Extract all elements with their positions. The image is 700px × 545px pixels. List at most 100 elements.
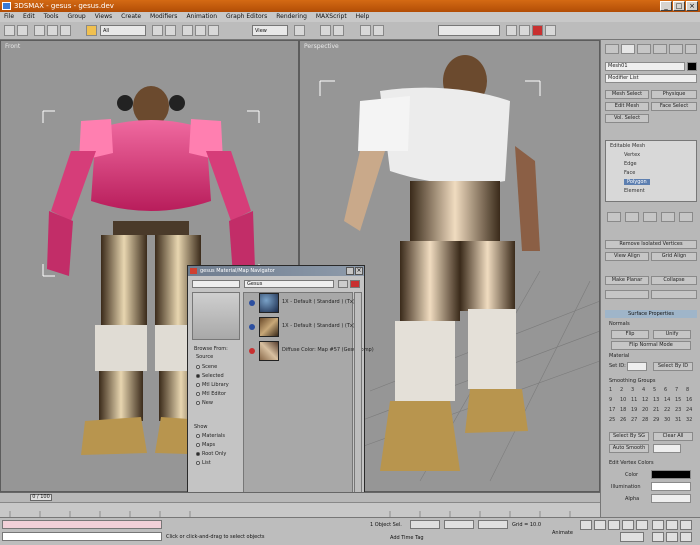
add-time-tag-button[interactable]: Add Time Tag bbox=[390, 535, 424, 541]
smoothing-group-button[interactable]: 6 bbox=[664, 387, 667, 393]
x-coordinate-field[interactable] bbox=[410, 520, 440, 529]
source-option-scene[interactable]: Scene bbox=[196, 364, 217, 370]
scale-icon[interactable] bbox=[208, 25, 219, 36]
make-unique-icon[interactable] bbox=[643, 212, 657, 222]
smoothing-group-button[interactable]: 25 bbox=[609, 417, 615, 423]
make-planar-button[interactable]: Make Planar bbox=[605, 276, 649, 285]
smoothing-group-button[interactable]: 11 bbox=[631, 397, 637, 403]
animate-button[interactable]: Animate bbox=[552, 530, 573, 536]
smoothing-group-button[interactable]: 18 bbox=[620, 407, 626, 413]
unify-button-top[interactable] bbox=[651, 290, 697, 299]
zoom-extents-icon[interactable] bbox=[652, 532, 664, 542]
smoothing-group-button[interactable]: 29 bbox=[653, 417, 659, 423]
object-name-field[interactable]: Mesh01 bbox=[605, 62, 685, 71]
previous-frame-icon[interactable] bbox=[594, 520, 606, 530]
set-id-spinner[interactable] bbox=[627, 362, 647, 371]
material-list-item[interactable]: Diffuse Color: Map #57 (Gesus.bmp) bbox=[245, 340, 374, 362]
delete-icon[interactable] bbox=[350, 280, 360, 288]
stack-item-vertex[interactable]: Vertex bbox=[624, 152, 640, 158]
maxscript-input[interactable] bbox=[2, 532, 162, 541]
select-by-id-button[interactable]: Select By ID bbox=[653, 362, 693, 371]
smoothing-group-button[interactable]: 13 bbox=[653, 397, 659, 403]
bind-space-warp-icon[interactable] bbox=[60, 25, 71, 36]
time-slider[interactable]: 0 / 100 bbox=[0, 492, 600, 502]
smoothing-group-button[interactable]: 32 bbox=[686, 417, 692, 423]
play-icon[interactable] bbox=[608, 520, 620, 530]
go-to-start-icon[interactable] bbox=[580, 520, 592, 530]
menu-item-rendering[interactable]: Rendering bbox=[276, 12, 307, 22]
material-list-scrollbar[interactable] bbox=[354, 292, 362, 522]
smoothing-group-button[interactable]: 26 bbox=[620, 417, 626, 423]
pivot-icon[interactable] bbox=[294, 25, 305, 36]
menu-item-create[interactable]: Create bbox=[121, 12, 141, 22]
pan-icon[interactable] bbox=[666, 520, 678, 530]
configure-modifier-sets-icon[interactable] bbox=[679, 212, 693, 222]
menu-item-help[interactable]: Help bbox=[356, 12, 370, 22]
quick-render-icon[interactable] bbox=[545, 25, 556, 36]
smoothing-group-button[interactable]: 22 bbox=[664, 407, 670, 413]
maxscript-listener[interactable] bbox=[2, 520, 162, 529]
smoothing-group-button[interactable]: 19 bbox=[631, 407, 637, 413]
source-option-mtl-editor[interactable]: Mtl Editor bbox=[196, 391, 226, 397]
vertex-color-swatch[interactable] bbox=[651, 470, 691, 479]
selection-filter-dropdown[interactable]: All bbox=[100, 25, 146, 36]
redo-icon[interactable] bbox=[17, 25, 28, 36]
surface-properties-rollout[interactable]: Surface Properties bbox=[605, 310, 697, 318]
move-icon[interactable] bbox=[182, 25, 193, 36]
stack-item-edge[interactable]: Edge bbox=[624, 161, 637, 167]
arc-rotate-icon[interactable] bbox=[680, 520, 692, 530]
stack-item-face[interactable]: Face bbox=[624, 170, 635, 176]
vol-select-button[interactable]: Vol. Select bbox=[605, 114, 649, 123]
menu-item-edit[interactable]: Edit bbox=[23, 12, 35, 22]
stack-item-editable-mesh[interactable]: Editable Mesh bbox=[610, 143, 645, 149]
collapse-button[interactable]: Collapse bbox=[651, 276, 697, 285]
object-color-swatch[interactable] bbox=[687, 62, 697, 71]
alpha-spinner[interactable] bbox=[651, 494, 691, 503]
reference-coord-dropdown[interactable]: View bbox=[252, 25, 288, 36]
smoothing-group-button[interactable]: 7 bbox=[675, 387, 678, 393]
render-teapot-icon[interactable] bbox=[532, 25, 543, 36]
time-slider-handle[interactable]: 0 / 100 bbox=[30, 494, 52, 501]
flip-button[interactable]: Flip bbox=[611, 330, 649, 339]
physique-button[interactable]: Physique bbox=[651, 90, 697, 99]
material-list-item[interactable]: 1X - Default ( Standard ) (Tx) bbox=[245, 316, 355, 338]
auto-smooth-threshold[interactable] bbox=[653, 444, 681, 453]
utilities-tab-icon[interactable] bbox=[685, 44, 697, 54]
front-viewport-label[interactable]: Front bbox=[5, 43, 20, 50]
smoothing-group-button[interactable]: 21 bbox=[653, 407, 659, 413]
show-option-maps[interactable]: Maps bbox=[196, 442, 215, 448]
menu-item-group[interactable]: Group bbox=[67, 12, 85, 22]
smoothing-group-button[interactable]: 14 bbox=[664, 397, 670, 403]
pin-stack-icon[interactable] bbox=[607, 212, 621, 222]
next-frame-icon[interactable] bbox=[622, 520, 634, 530]
menu-item-file[interactable]: File bbox=[4, 12, 14, 22]
menu-item-graph-editors[interactable]: Graph Editors bbox=[226, 12, 267, 22]
snap-icon[interactable] bbox=[320, 25, 331, 36]
auto-smooth-button[interactable]: Auto Smooth bbox=[609, 444, 649, 453]
z-coordinate-field[interactable] bbox=[478, 520, 508, 529]
menu-item-animation[interactable]: Animation bbox=[186, 12, 217, 22]
smoothing-group-button[interactable]: 8 bbox=[686, 387, 689, 393]
flip-normal-mode-button[interactable]: Flip Normal Mode bbox=[611, 341, 691, 350]
source-option-new[interactable]: New bbox=[196, 400, 213, 406]
perspective-viewport-label[interactable]: Perspective bbox=[304, 43, 339, 50]
close-button[interactable]: × bbox=[686, 1, 698, 11]
smoothing-group-button[interactable]: 5 bbox=[653, 387, 656, 393]
remove-isolated-vertices-button[interactable]: Remove Isolated Vertices bbox=[605, 240, 697, 249]
smoothing-group-button[interactable]: 27 bbox=[631, 417, 637, 423]
maximize-viewport-icon[interactable] bbox=[680, 532, 692, 542]
link-icon[interactable] bbox=[34, 25, 45, 36]
maximize-button[interactable]: □ bbox=[673, 1, 685, 11]
modifier-list-dropdown[interactable]: Modifier List bbox=[605, 74, 697, 83]
show-option-root-only[interactable]: Root Only bbox=[196, 451, 226, 457]
material-list-item[interactable]: 1X - Default ( Standard ) (Tx) bbox=[245, 292, 355, 314]
smoothing-group-button[interactable]: 30 bbox=[664, 417, 670, 423]
modify-tab-icon[interactable] bbox=[621, 44, 635, 54]
curve-editor-icon[interactable] bbox=[506, 25, 517, 36]
source-option-mtl-library[interactable]: Mtl Library bbox=[196, 382, 229, 388]
smoothing-group-button[interactable]: 10 bbox=[620, 397, 626, 403]
grid-align-button[interactable]: Grid Align bbox=[651, 252, 697, 261]
stack-item-polygon[interactable]: Polygon bbox=[624, 179, 650, 185]
show-option-list[interactable]: List bbox=[196, 460, 211, 466]
menu-item-views[interactable]: Views bbox=[95, 12, 112, 22]
